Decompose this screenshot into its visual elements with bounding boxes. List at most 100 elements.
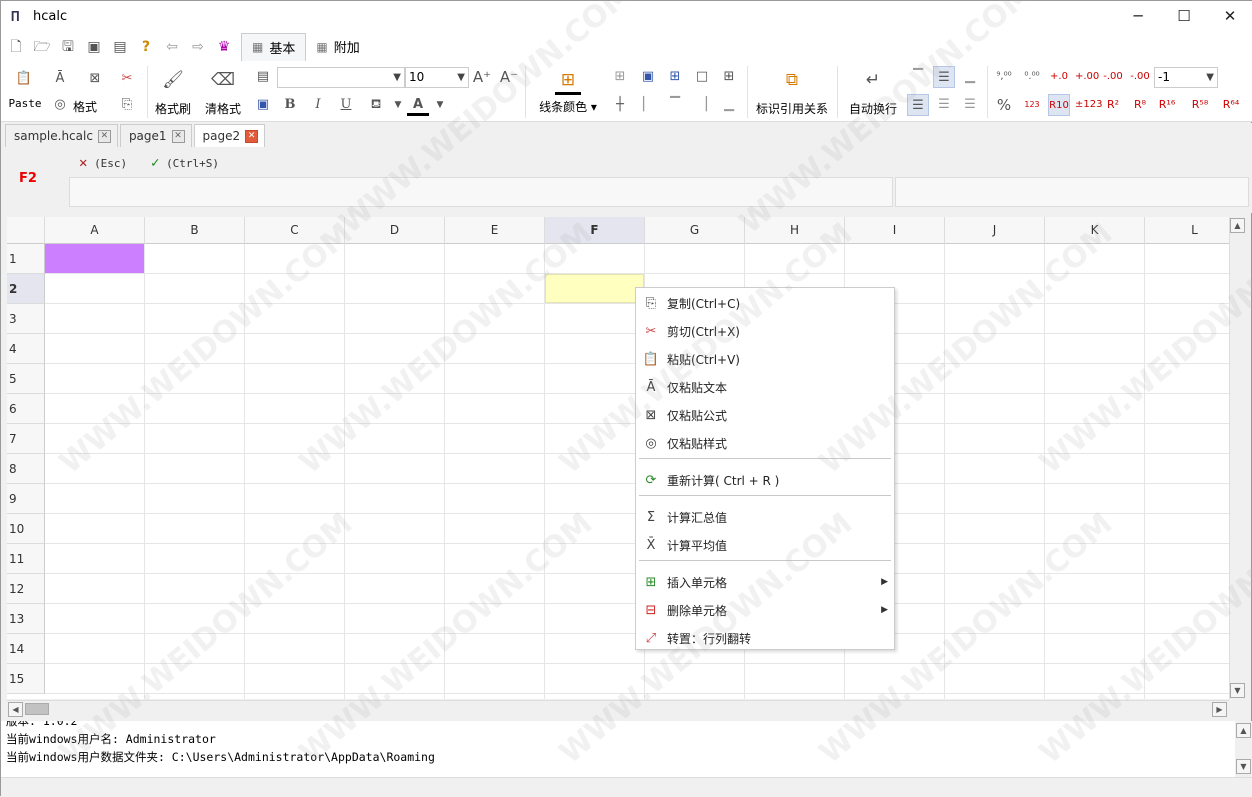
font-size-select[interactable]: 10 ▼	[405, 67, 469, 88]
menu-item-delete-cell[interactable]: ⊟ 删除单元格 ▶	[636, 596, 894, 624]
align-bottom-icon[interactable]: ▁	[959, 66, 981, 88]
scroll-down-icon[interactable]: ▼	[1236, 759, 1251, 774]
border-inner-icon[interactable]: ⊞	[718, 66, 740, 88]
column-header-a[interactable]: A	[45, 217, 145, 244]
selected-cell-f2[interactable]	[545, 274, 644, 303]
align-middle-icon[interactable]: ☰	[933, 66, 955, 88]
menu-item-copy[interactable]: ⎘ 复制(Ctrl+C)	[636, 289, 894, 317]
cell-format-icon[interactable]: ▤	[252, 66, 274, 88]
border-left-icon[interactable]: ▏	[637, 94, 659, 116]
format-brush-button[interactable]: 🖌 格式刷	[151, 70, 195, 117]
paste-text-icon[interactable]: Ā	[49, 68, 71, 90]
column-header-b[interactable]: B	[145, 217, 245, 244]
log-scrollbar[interactable]: ▲ ▼	[1235, 721, 1252, 777]
formula-input[interactable]	[69, 177, 893, 207]
row-header-4[interactable]: 4	[7, 334, 45, 364]
menu-item-average[interactable]: X̄ 计算平均值	[636, 531, 894, 559]
menu-item-insert-cell[interactable]: ⊞ 插入单元格 ▶	[636, 568, 894, 596]
border-cross-icon[interactable]: ┼	[609, 94, 631, 116]
vertical-scrollbar[interactable]: ▲ ▼	[1229, 217, 1246, 699]
tab-addon[interactable]: ▦ 附加	[306, 33, 369, 61]
save-as-icon[interactable]: ▤	[109, 36, 131, 58]
menu-item-transpose[interactable]: ⤢ 转置：行列翻转	[636, 624, 894, 652]
sheet-tab-page2[interactable]: page2 ✕	[193, 124, 266, 147]
trace-reference-button[interactable]: ⧉ 标识引用关系	[751, 70, 833, 117]
horizontal-scrollbar[interactable]: ◀ ▶	[7, 700, 1229, 717]
thousands-sep-button[interactable]: ⁹,⁰⁰	[993, 66, 1015, 88]
fill-color-icon[interactable]: ⛾	[365, 94, 387, 116]
remove-decimal2-button[interactable]: -.00	[1129, 66, 1151, 88]
help-icon[interactable]: ?	[135, 36, 157, 58]
chevron-down-icon[interactable]: ▼	[429, 94, 451, 116]
close-icon[interactable]: ✕	[171, 129, 185, 143]
row-header-8[interactable]: 8	[7, 454, 45, 484]
italic-button[interactable]: I	[307, 94, 329, 116]
redo-icon[interactable]: ⇨	[187, 36, 209, 58]
scroll-left-icon[interactable]: ◀	[8, 702, 23, 717]
copy-icon[interactable]: ⎘	[116, 94, 138, 116]
row-header-11[interactable]: 11	[7, 544, 45, 574]
row-header-1[interactable]: 1	[7, 244, 45, 274]
paste-button[interactable]: Paste	[7, 97, 43, 110]
sheet-tab-sample[interactable]: sample.hcalc ✕	[5, 124, 118, 147]
row-header-7[interactable]: 7	[7, 424, 45, 454]
column-header-k[interactable]: K	[1045, 217, 1145, 244]
spreadsheet-grid[interactable]: A B C D E F G H I J K L 1 2 3 4 5 6 7 8 9 10 11 12 13 14 15	[7, 217, 1229, 699]
precision-select[interactable]: -1 ▼	[1154, 67, 1218, 88]
align-right-icon[interactable]: ☰	[959, 94, 981, 116]
row-header-9[interactable]: 9	[7, 484, 45, 514]
negative-red-button[interactable]: 123	[1021, 94, 1043, 116]
save-all-icon[interactable]: ▣	[83, 36, 105, 58]
scroll-thumb[interactable]	[25, 703, 49, 715]
scroll-up-icon[interactable]: ▲	[1230, 218, 1245, 233]
radix-8-button[interactable]: R⁸	[1129, 94, 1151, 116]
paste-special-icon[interactable]: ▣	[252, 94, 274, 116]
add-decimal2-button[interactable]: +.00	[1075, 66, 1099, 88]
scroll-right-icon[interactable]: ▶	[1212, 702, 1227, 717]
tab-basic[interactable]: ▦ 基本	[241, 32, 307, 61]
row-header-12[interactable]: 12	[7, 574, 45, 604]
decimal-button[interactable]: ⁰.⁰⁰	[1021, 66, 1043, 88]
new-file-icon[interactable]: 🗋	[5, 36, 27, 58]
percent-button[interactable]: %	[993, 94, 1015, 116]
clear-format-button[interactable]: ⌫ 清格式	[201, 70, 245, 117]
cell-a1[interactable]	[45, 244, 144, 273]
font-color-button[interactable]: A	[407, 94, 429, 116]
row-header-15[interactable]: 15	[7, 664, 45, 694]
close-icon[interactable]: ✕	[97, 129, 111, 143]
scroll-down-icon[interactable]: ▼	[1230, 683, 1245, 698]
column-header-h[interactable]: H	[745, 217, 845, 244]
row-header-6[interactable]: 6	[7, 394, 45, 424]
confirm-edit-button[interactable]: ✓ (Ctrl+S)	[151, 155, 219, 171]
row-header-14[interactable]: 14	[7, 634, 45, 664]
close-icon[interactable]: ✕	[245, 129, 259, 143]
sheet-tab-page1[interactable]: page1 ✕	[119, 124, 192, 147]
shrink-font-button[interactable]: A⁻	[498, 66, 520, 88]
save-icon[interactable]: 🖫	[57, 36, 79, 58]
border-color-button[interactable]: ⊞ 线条颜色 ▾	[531, 70, 605, 115]
sign-button[interactable]: ±123	[1075, 94, 1102, 116]
border-box-icon[interactable]: □	[691, 66, 713, 88]
row-header-13[interactable]: 13	[7, 604, 45, 634]
remove-decimal-button[interactable]: -.00	[1102, 66, 1124, 88]
minimize-button[interactable]: ─	[1115, 1, 1161, 31]
row-header-5[interactable]: 5	[7, 364, 45, 394]
column-header-c[interactable]: C	[245, 217, 345, 244]
menu-item-cut[interactable]: ✂ 剪切(Ctrl+X)	[636, 317, 894, 345]
border-all-icon[interactable]: ⊞	[609, 66, 631, 88]
column-header-g[interactable]: G	[645, 217, 745, 244]
paste-formula-icon[interactable]: ⊠	[84, 68, 106, 90]
underline-button[interactable]: U	[335, 94, 357, 116]
radix-16-button[interactable]: R¹⁶	[1156, 94, 1178, 116]
radix-58-button[interactable]: R⁵⁸	[1189, 94, 1211, 116]
theme-icon[interactable]: ♛	[213, 36, 235, 58]
menu-item-paste-text[interactable]: Ā 仅粘贴文本	[636, 373, 894, 401]
close-button[interactable]: ✕	[1207, 1, 1252, 31]
radix-10-button[interactable]: R10	[1048, 94, 1070, 116]
border-bottom-icon[interactable]: ▁	[718, 94, 740, 116]
border-outer-icon[interactable]: ▣	[637, 66, 659, 88]
bold-button[interactable]: B	[279, 94, 301, 116]
cut-icon[interactable]: ✂	[116, 68, 138, 90]
menu-item-recalc[interactable]: ⟳ 重新计算( Ctrl + R )	[636, 466, 894, 494]
column-header-f[interactable]: F	[545, 217, 645, 244]
